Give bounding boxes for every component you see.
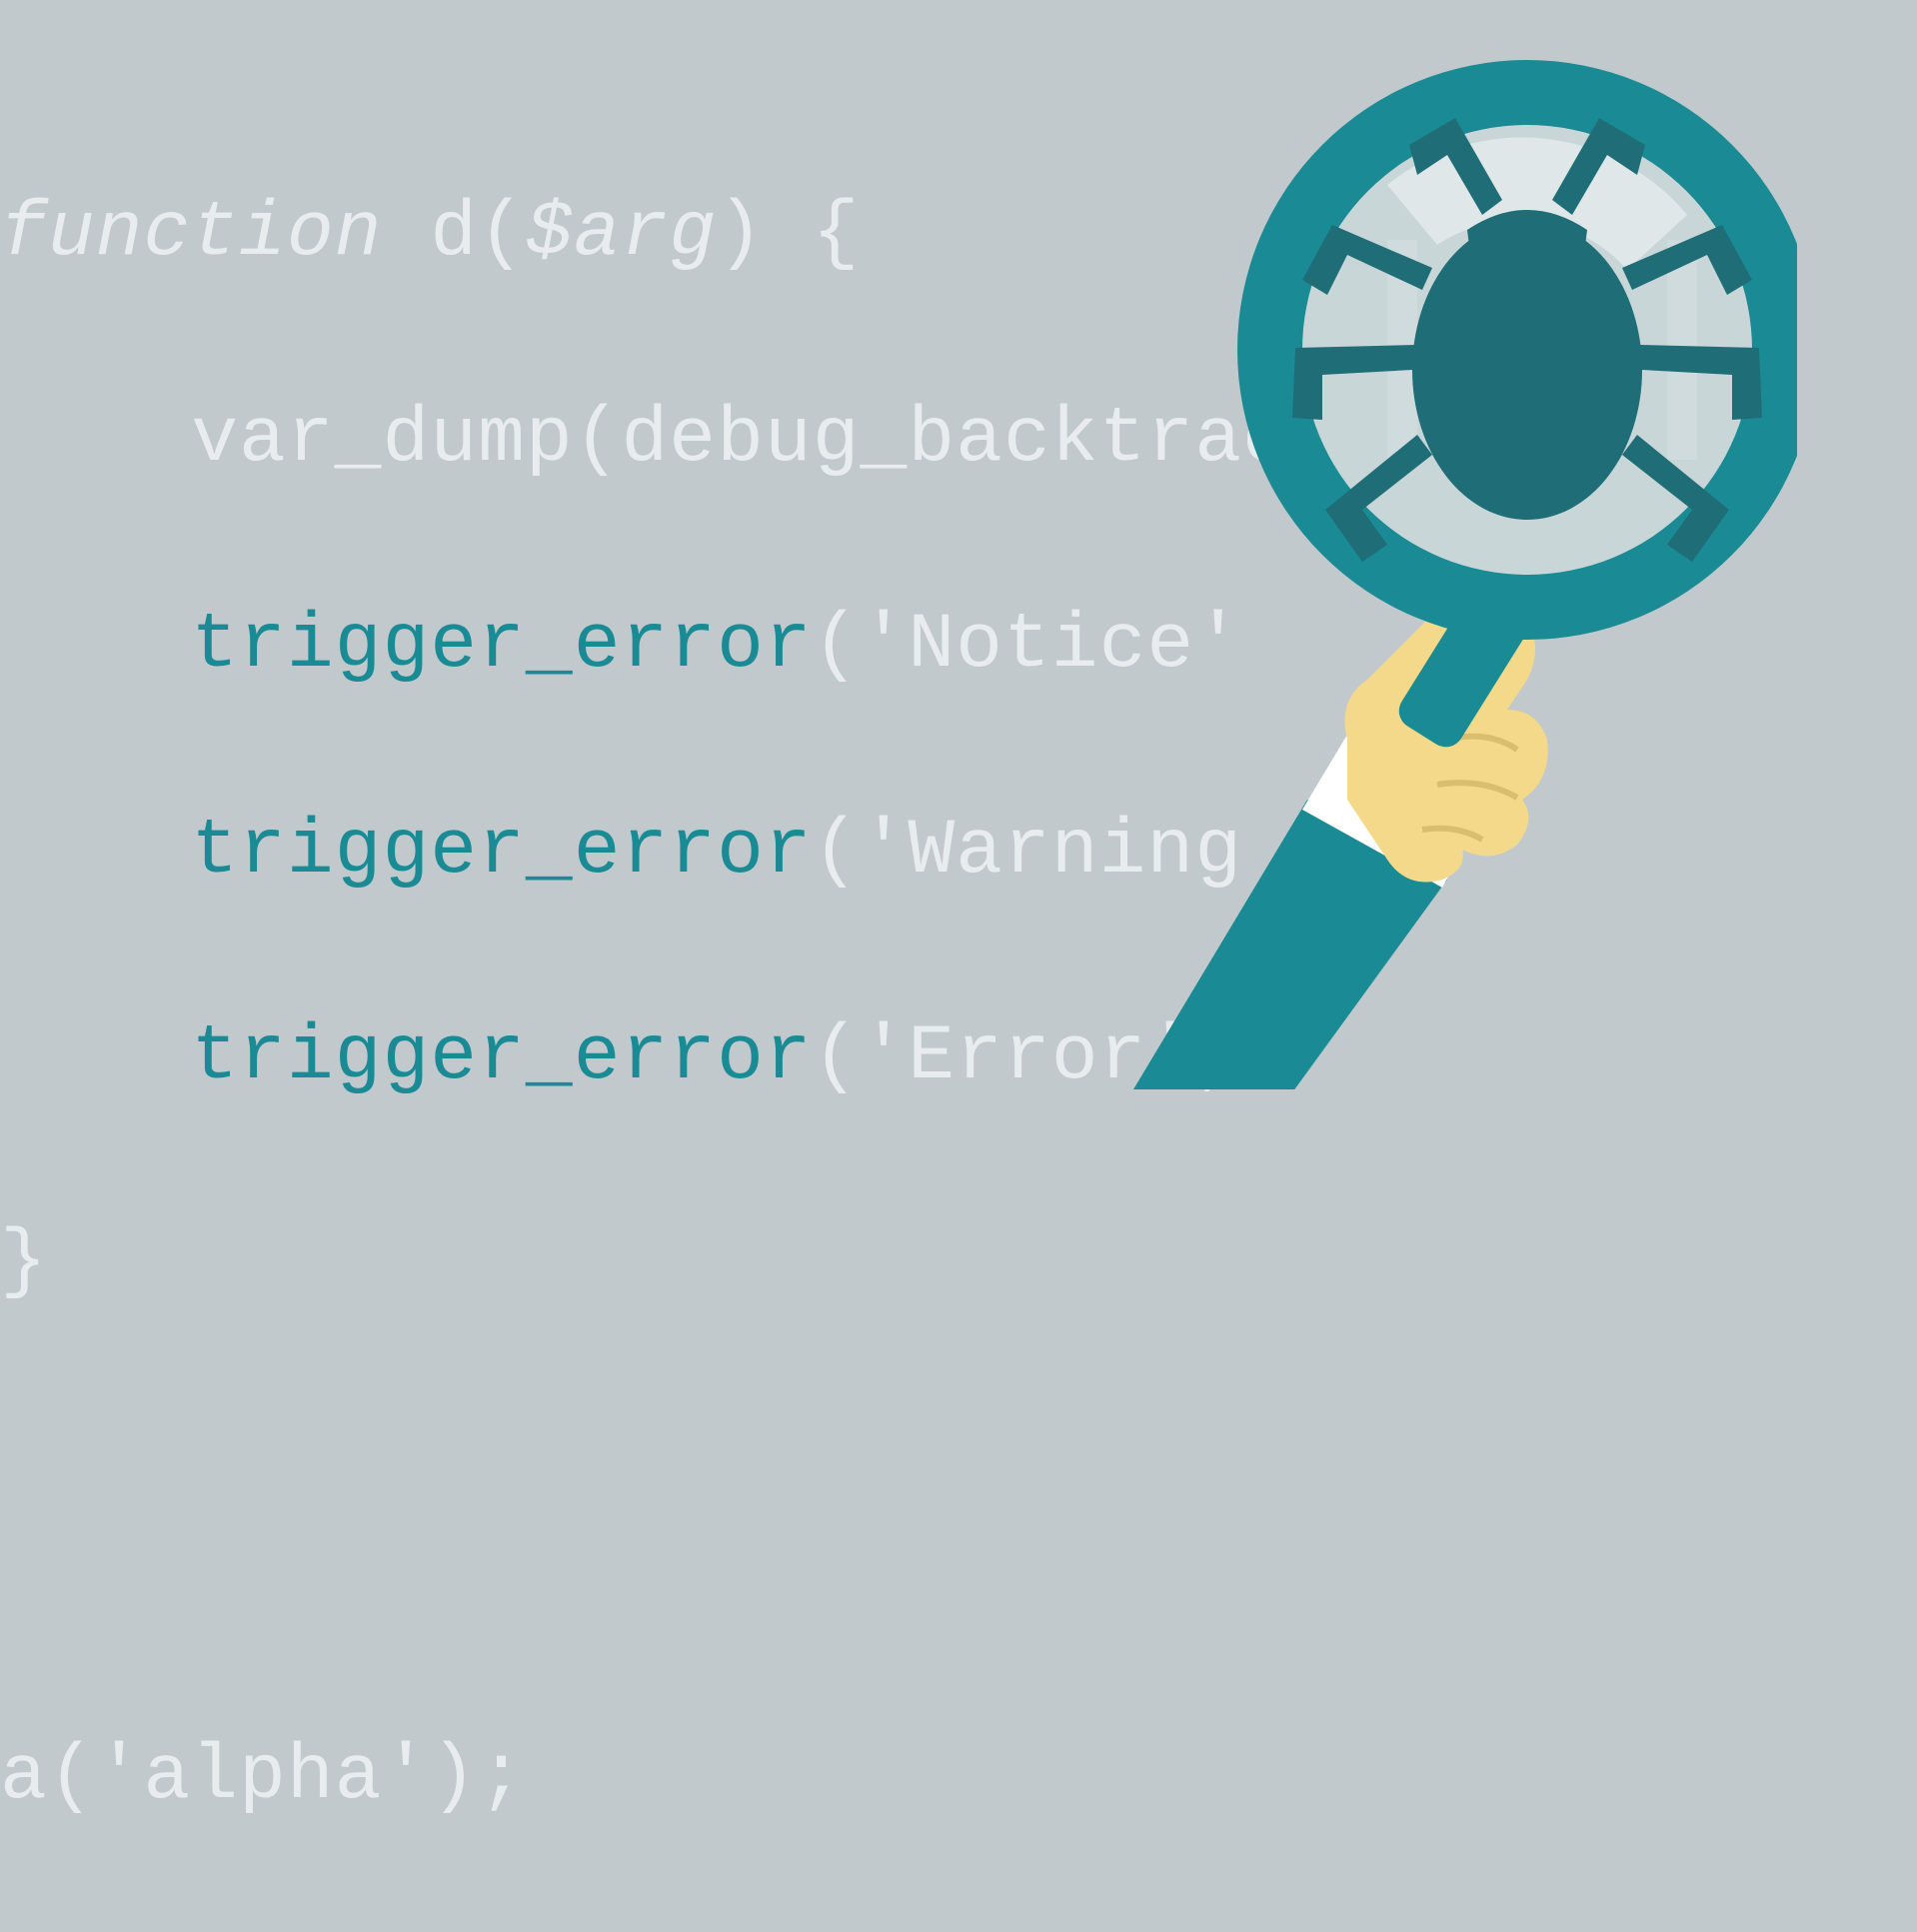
trigger-error-call: trigger_error — [191, 1013, 813, 1101]
trigger-error-call: trigger_error — [191, 808, 813, 896]
code-line-5: trigger_error('Error', — [0, 1006, 1529, 1109]
code-line-4: trigger_error('Warning — [0, 801, 1529, 904]
code-line-6: } — [0, 1211, 1529, 1314]
code-line-9: a('alpha'); — [0, 1726, 1529, 1829]
code-line-3: trigger_error('Notice' — [0, 595, 1529, 698]
code-block: function d($arg) { var_dump(debug_backtr… — [0, 80, 1529, 1932]
code-line-2: var_dump(debug_backtrace()); — [0, 389, 1529, 492]
code-line-1: function d($arg) { — [0, 183, 1529, 286]
code-line-8 — [0, 1520, 1529, 1623]
trigger-error-call: trigger_error — [191, 602, 813, 690]
keyword-function: function — [0, 190, 382, 278]
